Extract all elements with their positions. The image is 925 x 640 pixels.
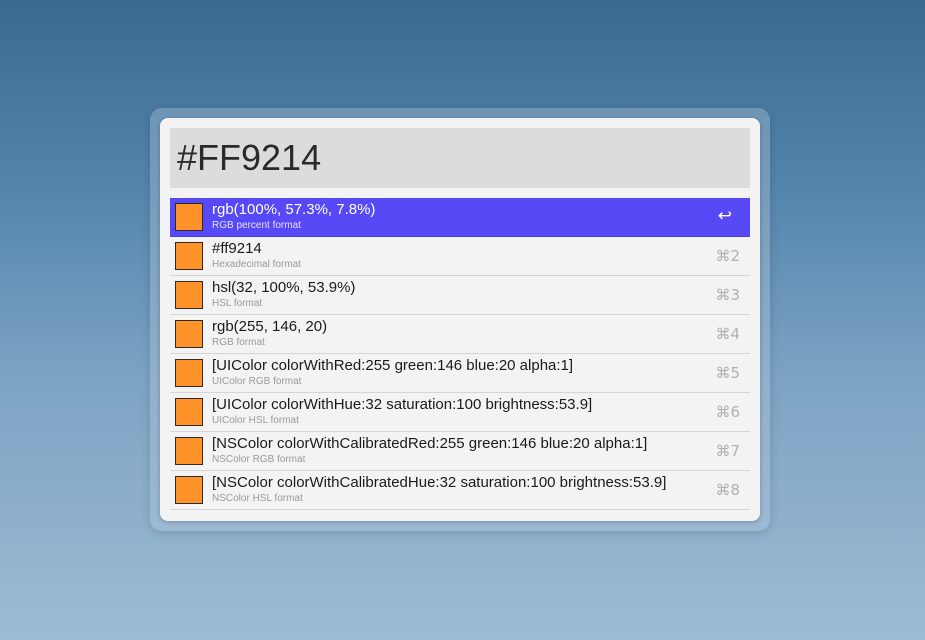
result-title: [UIColor colorWithRed:255 green:146 blue…	[212, 357, 574, 374]
result-title: [NSColor colorWithCalibratedRed:255 gree…	[212, 435, 648, 452]
result-shortcut: ⌘7	[715, 442, 740, 460]
color-swatch-fill	[176, 477, 202, 503]
color-swatch	[175, 242, 203, 270]
color-swatch-fill	[176, 399, 202, 425]
color-swatch	[175, 281, 203, 309]
color-swatch	[175, 203, 203, 231]
result-row[interactable]: hsl(32, 100%, 53.9%) HSL format ⌘3	[170, 276, 750, 315]
result-shortcut: ⌘4	[715, 325, 740, 343]
result-shortcut: ⌘6	[715, 403, 740, 421]
result-title: [NSColor colorWithCalibratedHue:32 satur…	[212, 474, 667, 491]
result-row[interactable]: [UIColor colorWithHue:32 saturation:100 …	[170, 393, 750, 432]
result-title: hsl(32, 100%, 53.9%)	[212, 279, 356, 296]
color-swatch-fill	[176, 321, 202, 347]
color-swatch-fill	[176, 360, 202, 386]
result-title: rgb(255, 146, 20)	[212, 318, 328, 335]
color-swatch-fill	[176, 204, 202, 230]
color-swatch-fill	[176, 438, 202, 464]
result-title: rgb(100%, 57.3%, 7.8%)	[212, 201, 376, 218]
result-shortcut: ⌘8	[715, 481, 740, 499]
result-title: [UIColor colorWithHue:32 saturation:100 …	[212, 396, 593, 413]
result-row[interactable]: [NSColor colorWithCalibratedHue:32 satur…	[170, 471, 750, 510]
result-row[interactable]: #ff9214 Hexadecimal format ⌘2	[170, 237, 750, 276]
result-subtitle: NSColor HSL format	[212, 493, 303, 504]
launcher-panel: rgb(100%, 57.3%, 7.8%) RGB percent forma…	[160, 118, 760, 521]
result-shortcut: ⌘2	[715, 247, 740, 265]
search-input[interactable]	[170, 128, 750, 188]
result-subtitle: RGB percent format	[212, 220, 301, 231]
result-row[interactable]: [NSColor colorWithCalibratedRed:255 gree…	[170, 432, 750, 471]
result-subtitle: Hexadecimal format	[212, 259, 301, 270]
return-key-icon: ↩	[717, 206, 732, 226]
color-swatch	[175, 359, 203, 387]
color-swatch	[175, 437, 203, 465]
result-subtitle: UIColor HSL format	[212, 415, 299, 426]
result-row[interactable]: rgb(255, 146, 20) RGB format ⌘4	[170, 315, 750, 354]
result-subtitle: RGB format	[212, 337, 265, 348]
result-subtitle: HSL format	[212, 298, 263, 309]
result-shortcut: ⌘5	[715, 364, 740, 382]
color-swatch	[175, 398, 203, 426]
results-list: rgb(100%, 57.3%, 7.8%) RGB percent forma…	[170, 198, 750, 510]
result-row[interactable]: rgb(100%, 57.3%, 7.8%) RGB percent forma…	[170, 198, 750, 237]
result-subtitle: NSColor RGB format	[212, 454, 306, 465]
result-title: #ff9214	[212, 240, 262, 257]
color-swatch	[175, 476, 203, 504]
result-row[interactable]: [UIColor colorWithRed:255 green:146 blue…	[170, 354, 750, 393]
result-subtitle: UIColor RGB format	[212, 376, 302, 387]
color-swatch-fill	[176, 282, 202, 308]
result-shortcut: ⌘3	[715, 286, 740, 304]
color-swatch	[175, 320, 203, 348]
color-swatch-fill	[176, 243, 202, 269]
